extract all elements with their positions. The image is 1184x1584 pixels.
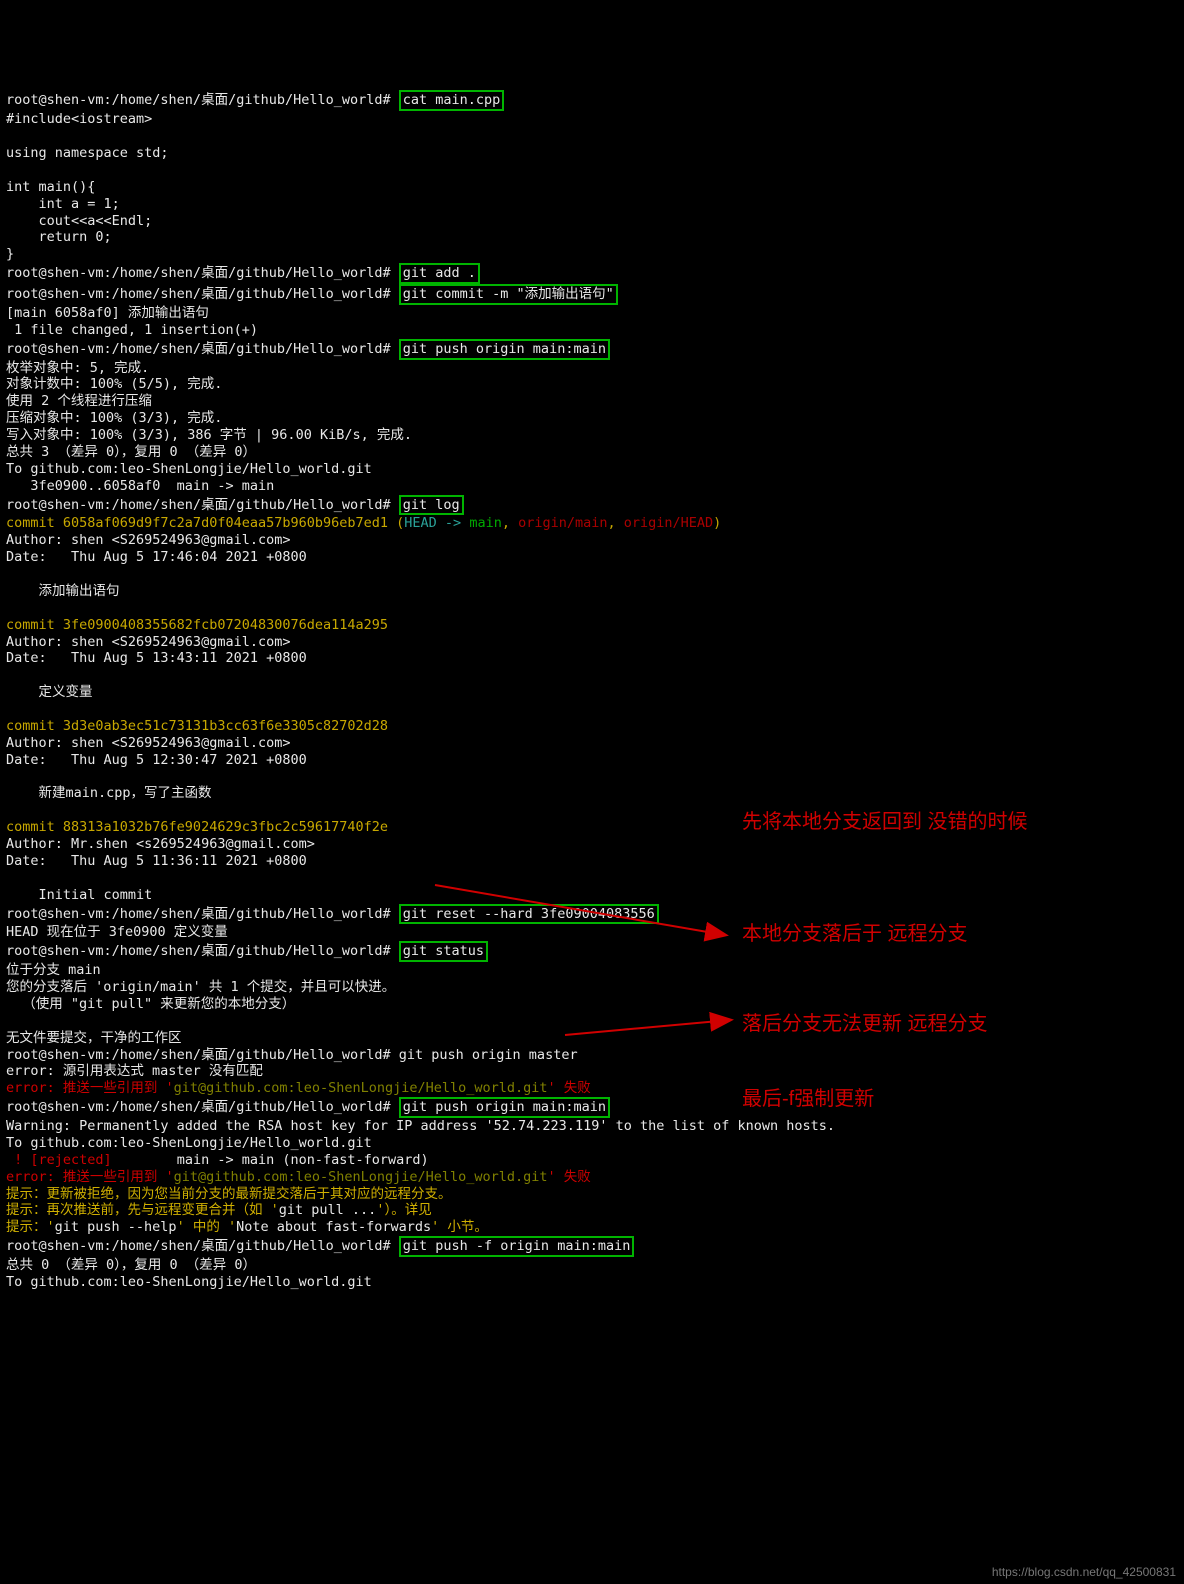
origin-head: origin/HEAD xyxy=(624,515,713,531)
push2-rejected-b: main -> main (non-fast-forward) xyxy=(169,1152,429,1168)
commit-4-msg: Initial commit xyxy=(6,887,152,903)
pushf-l1: 总共 0 （差异 0），复用 0 （差异 0） xyxy=(6,1257,256,1273)
push2-err-a: error: 推送一些引用到 ' xyxy=(6,1169,174,1185)
cmd-git-push-2[interactable]: git push origin main:main xyxy=(399,1097,610,1118)
push-l2: 对象计数中: 100% (5/5), 完成. xyxy=(6,376,222,392)
src-l7: cout<<a<<Endl; xyxy=(6,213,152,229)
annotation-2: 本地分支落后于 远程分支 xyxy=(742,920,968,949)
status-l1: 位于分支 main xyxy=(6,962,101,978)
commit-2-date: Date: Thu Aug 5 13:43:11 2021 +0800 xyxy=(6,650,307,666)
push2-err-b: git@github.com:leo-ShenLongjie/Hello_wor… xyxy=(174,1169,548,1185)
commit-out-2: 1 file changed, 1 insertion(+) xyxy=(6,322,258,338)
src-l6: int a = 1; xyxy=(6,196,120,212)
push-master-err1: error: 源引用表达式 master 没有匹配 xyxy=(6,1063,263,1079)
cmd-cat[interactable]: cat main.cpp xyxy=(399,90,505,111)
commit-3-date: Date: Thu Aug 5 12:30:47 2021 +0800 xyxy=(6,752,307,768)
commit-1-author: Author: shen <S269524963@gmail.com> xyxy=(6,532,290,548)
push-master-err2c: ' 失败 xyxy=(548,1080,591,1096)
commit-4-date: Date: Thu Aug 5 11:36:11 2021 +0800 xyxy=(6,853,307,869)
push-l7: To github.com:leo-ShenLongjie/Hello_worl… xyxy=(6,461,372,477)
origin-main: origin/main xyxy=(518,515,607,531)
cmd-git-log[interactable]: git log xyxy=(399,495,464,516)
push-l8: 3fe0900..6058af0 main -> main xyxy=(6,478,274,494)
shell-prompt: root@shen-vm:/home/shen/桌面/github/Hello_… xyxy=(6,1047,391,1063)
shell-prompt: root@shen-vm:/home/shen/桌面/github/Hello_… xyxy=(6,265,391,281)
commit-2-msg: 定义变量 xyxy=(6,684,93,700)
cmd-git-add[interactable]: git add . xyxy=(399,263,480,284)
commit-4-author: Author: Mr.shen <s269524963@gmail.com> xyxy=(6,836,315,852)
status-l3: （使用 "git pull" 来更新您的本地分支） xyxy=(6,996,295,1012)
reset-out: HEAD 现在位于 3fe0900 定义变量 xyxy=(6,924,228,940)
commit-3-hash: commit 3d3e0ab3ec51c73131b3cc63f6e3305c8… xyxy=(6,718,388,734)
commit-3-msg: 新建main.cpp，写了主函数 xyxy=(6,785,212,801)
push2-to: To github.com:leo-ShenLongjie/Hello_worl… xyxy=(6,1135,372,1151)
push-l5: 写入对象中: 100% (3/3), 386 字节 | 96.00 KiB/s,… xyxy=(6,427,412,443)
commit-4-hash: commit 88313a1032b76fe9024629c3fbc2c5961… xyxy=(6,819,388,835)
cmd-git-push-master[interactable]: git push origin master xyxy=(399,1047,578,1063)
shell-prompt: root@shen-vm:/home/shen/桌面/github/Hello_… xyxy=(6,497,391,513)
src-l5: int main(){ xyxy=(6,179,95,195)
push-l4: 压缩对象中: 100% (3/3), 完成. xyxy=(6,410,222,426)
src-l8: return 0; xyxy=(6,229,112,245)
commit-out-1: [main 6058af0] 添加输出语句 xyxy=(6,305,209,321)
push-master-err2a: error: 推送一些引用到 ' xyxy=(6,1080,174,1096)
push2-hint-1: 提示：更新被拒绝，因为您当前分支的最新提交落后于其对应的远程分支。 xyxy=(6,1186,452,1202)
cmd-git-push-1[interactable]: git push origin main:main xyxy=(399,339,610,360)
terminal-output: root@shen-vm:/home/shen/桌面/github/Hello_… xyxy=(6,74,1178,1291)
commit-1-date: Date: Thu Aug 5 17:46:04 2021 +0800 xyxy=(6,549,307,565)
annotation-1: 先将本地分支返回到 没错的时候 xyxy=(742,808,1028,837)
shell-prompt: root@shen-vm:/home/shen/桌面/github/Hello_… xyxy=(6,92,391,108)
push2-err-c: ' 失败 xyxy=(548,1169,591,1185)
src-l9: } xyxy=(6,246,14,262)
commit-1-msg: 添加输出语句 xyxy=(6,583,120,599)
shell-prompt: root@shen-vm:/home/shen/桌面/github/Hello_… xyxy=(6,943,391,959)
push-l3: 使用 2 个线程进行压缩 xyxy=(6,393,152,409)
push-l6: 总共 3 （差异 0），复用 0 （差异 0） xyxy=(6,444,256,460)
shell-prompt: root@shen-vm:/home/shen/桌面/github/Hello_… xyxy=(6,906,391,922)
shell-prompt: root@shen-vm:/home/shen/桌面/github/Hello_… xyxy=(6,286,391,302)
cmd-git-reset[interactable]: git reset --hard 3fe09004083556 xyxy=(399,904,659,925)
pushf-l2: To github.com:leo-ShenLongjie/Hello_worl… xyxy=(6,1274,372,1290)
commit-2-author: Author: shen <S269524963@gmail.com> xyxy=(6,634,290,650)
commit-2-hash: commit 3fe0900408355682fcb07204830076dea… xyxy=(6,617,388,633)
branch-main: main xyxy=(469,515,502,531)
annotation-4: 最后-f强制更新 xyxy=(742,1085,874,1114)
commit-1-hash: commit 6058af069d9f7c2a7d0f04eaa57b960b9… xyxy=(6,515,388,531)
cmd-git-commit[interactable]: git commit -m "添加输出语句" xyxy=(399,284,618,305)
cmd-git-push-force[interactable]: git push -f origin main:main xyxy=(399,1236,635,1257)
shell-prompt: root@shen-vm:/home/shen/桌面/github/Hello_… xyxy=(6,341,391,357)
cmd-git-status[interactable]: git status xyxy=(399,941,488,962)
push-master-err2b: git@github.com:leo-ShenLongjie/Hello_wor… xyxy=(174,1080,548,1096)
shell-prompt: root@shen-vm:/home/shen/桌面/github/Hello_… xyxy=(6,1238,391,1254)
push-l1: 枚举对象中: 5, 完成. xyxy=(6,360,149,376)
status-l5: 无文件要提交，干净的工作区 xyxy=(6,1030,182,1046)
status-l2: 您的分支落后 'origin/main' 共 1 个提交，并且可以快进。 xyxy=(6,979,395,995)
shell-prompt: root@shen-vm:/home/shen/桌面/github/Hello_… xyxy=(6,1099,391,1115)
annotation-3: 落后分支无法更新 远程分支 xyxy=(742,1010,988,1039)
head-ref: HEAD -> xyxy=(404,515,469,531)
src-l1: #include<iostream> xyxy=(6,111,152,127)
commit-3-author: Author: shen <S269524963@gmail.com> xyxy=(6,735,290,751)
push2-warning: Warning: Permanently added the RSA host … xyxy=(6,1118,835,1134)
watermark: https://blog.csdn.net/qq_42500831 xyxy=(992,1565,1176,1580)
src-l3: using namespace std; xyxy=(6,145,169,161)
push2-rejected-a: ! [rejected] xyxy=(6,1152,169,1168)
